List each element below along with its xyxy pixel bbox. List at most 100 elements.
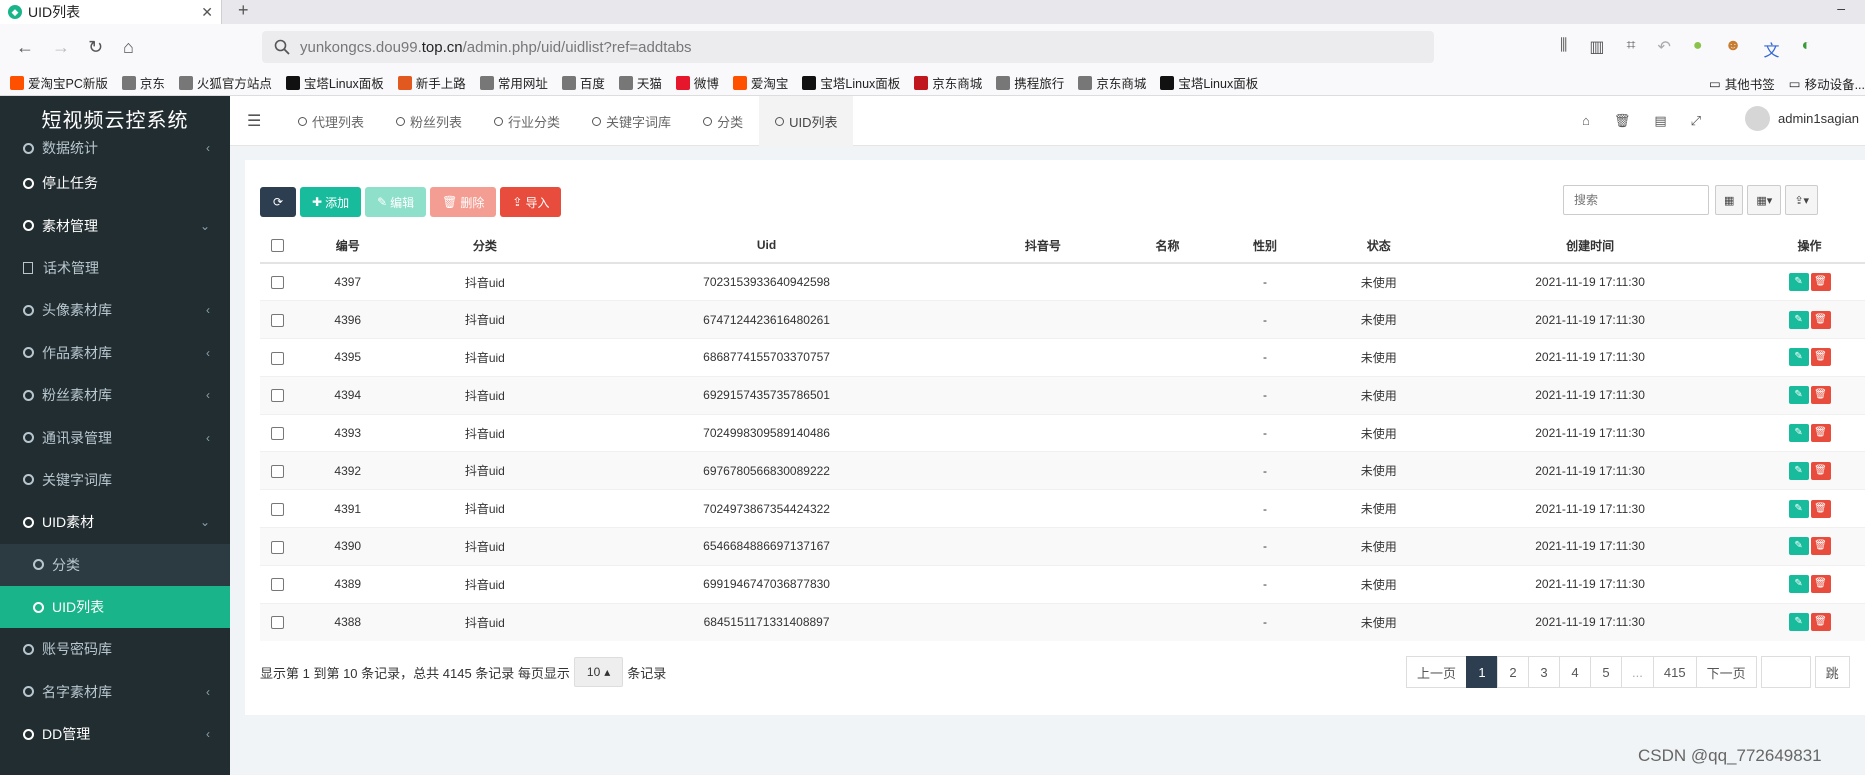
reload-icon[interactable]: ↻ [88,37,103,58]
monkey-icon[interactable]: ☻ [1725,37,1742,61]
bookmark-item[interactable]: 天猫 [618,73,662,92]
edit-row-icon[interactable]: ✎ [1788,461,1809,480]
next-page-button[interactable]: 下一页 [1695,656,1757,688]
browser-tab[interactable]: ◆ UID列表 ✕ [0,0,222,24]
delete-row-icon[interactable]: 🗑 [1810,461,1831,480]
translate-icon[interactable]: 文 [1763,37,1779,61]
home-icon[interactable]: ⌂ [123,37,134,58]
extension-icon[interactable]: ● [1693,37,1703,61]
page-button[interactable]: 3 [1528,656,1561,688]
menu-toggle-icon[interactable]: ☰ [247,111,261,131]
delete-row-icon[interactable]: 🗑 [1810,499,1831,518]
row-checkbox[interactable] [270,465,284,479]
sidebar-item[interactable]: 粉丝素材库 ‹ [0,374,230,416]
page-button[interactable]: 415 [1652,656,1697,688]
search-input[interactable] [1563,185,1709,215]
row-checkbox[interactable] [270,389,284,403]
delete-row-icon[interactable]: 🗑 [1810,537,1831,556]
sidebar-item[interactable]: 分类 [0,543,230,586]
columns-button[interactable]: ▦▾ [1747,185,1782,215]
bookmark-item[interactable]: 火狐官方站点 [178,73,272,92]
home-icon[interactable]: ⌂ [1582,113,1590,129]
edit-row-icon[interactable]: ✎ [1788,273,1809,292]
row-checkbox[interactable] [270,578,284,592]
app-tab[interactable]: 行业分类 [478,96,576,146]
delete-row-icon[interactable]: 🗑 [1810,386,1831,405]
delete-row-icon[interactable]: 🗑 [1810,348,1831,367]
bookmark-item[interactable]: 京东商城 [914,73,982,92]
prev-page-button[interactable]: 上一页 [1406,656,1468,688]
bookmark-item[interactable]: 京东 [121,73,165,92]
delete-row-icon[interactable]: 🗑 [1810,273,1831,292]
select-all-checkbox[interactable] [270,239,284,253]
edit-row-icon[interactable]: ✎ [1788,537,1809,556]
toggle-view-button[interactable]: ▦ [1715,185,1744,215]
delete-row-icon[interactable]: 🗑 [1810,613,1831,632]
trash-icon[interactable]: 🗑 [1614,113,1631,129]
crop-icon[interactable]: ⌗ [1627,37,1636,61]
sidebar-item[interactable]: 停止任务 [0,162,230,204]
sidebar-item[interactable]: 话术管理 [0,247,230,289]
edit-row-icon[interactable]: ✎ [1788,310,1809,329]
fullscreen-icon[interactable]: ⤢ [1691,113,1701,129]
jump-page-input[interactable] [1760,656,1811,688]
edit-row-icon[interactable]: ✎ [1788,499,1809,518]
app-tab[interactable]: 关键字词库 [576,96,687,146]
edit-row-icon[interactable]: ✎ [1788,424,1809,443]
sidebar-item[interactable]: 关键字词库 [0,459,230,501]
export-button[interactable]: ⇪▾ [1785,185,1819,215]
sidebar-item[interactable]: 名字素材库 ‹ [0,671,230,713]
bookmark-item[interactable]: 微博 [675,73,719,92]
bookmark-item[interactable]: 爱淘宝PC新版 [10,73,108,92]
edit-row-icon[interactable]: ✎ [1788,386,1809,405]
row-checkbox[interactable] [270,351,284,365]
app-tab[interactable]: 分类 [687,96,759,146]
row-checkbox[interactable] [270,540,284,554]
edit-row-icon[interactable]: ✎ [1788,348,1809,367]
library-icon[interactable]: ⫼ [1560,37,1567,61]
refresh-button[interactable]: ⟳ [260,187,296,217]
bookmark-item[interactable]: 百度 [561,73,605,92]
multiplex-icon[interactable]: ▤ [1654,113,1666,129]
delete-row-icon[interactable]: 🗑 [1810,575,1831,594]
sidebar-item[interactable]: 头像素材库 ‹ [0,289,230,331]
bookmark-folder[interactable]: ▭ 其他书签 [1709,74,1775,93]
bookmark-folder[interactable]: ▭ 移动设备... [1789,74,1865,93]
sidebar-item[interactable]: UID列表 [0,585,230,629]
add-button[interactable]: ✚ 添加 [300,187,362,217]
close-tab-icon[interactable]: ✕ [201,4,213,21]
bookmark-item[interactable]: 京东商城 [1078,73,1146,92]
edit-row-icon[interactable]: ✎ [1788,613,1809,632]
page-button[interactable]: 4 [1559,656,1592,688]
sidebar-item[interactable]: 通讯录管理 ‹ [0,416,230,458]
jump-button[interactable]: 跳 [1814,656,1850,688]
bookmark-item[interactable]: 宝塔Linux面板 [1160,73,1258,92]
sidebar-toggle-icon[interactable]: ▥ [1589,37,1604,61]
edit-row-icon[interactable]: ✎ [1788,575,1809,594]
user-menu[interactable]: admin1sagian [1745,106,1859,131]
delete-row-icon[interactable]: 🗑 [1810,424,1831,443]
forward-icon[interactable]: → [52,37,70,58]
row-checkbox[interactable] [270,276,284,290]
sidebar-item[interactable]: 作品素材库 ‹ [0,332,230,374]
sidebar-item[interactable]: 账号密码库 [0,628,230,670]
delete-row-icon[interactable]: 🗑 [1810,310,1831,329]
app-tab[interactable]: UID列表 [759,96,854,146]
page-button[interactable]: 2 [1497,656,1530,688]
row-checkbox[interactable] [270,427,284,441]
app-tab[interactable]: 粉丝列表 [380,96,478,146]
bookmark-item[interactable]: 新手上路 [397,73,466,92]
row-checkbox[interactable] [270,502,284,516]
sidebar-item[interactable]: UID素材 ⌄ [0,501,230,543]
bookmark-item[interactable]: 携程旅行 [996,73,1064,92]
sidebar-item[interactable]: 素材管理 ⌄ [0,204,230,246]
bookmark-item[interactable]: 宝塔Linux面板 [285,73,384,92]
delete-button[interactable]: 🗑 删除 [430,187,497,217]
back-icon[interactable]: ← [16,37,34,58]
row-checkbox[interactable] [270,313,284,327]
page-button[interactable]: 1 [1466,656,1499,688]
sidebar-item[interactable]: 数据统计 ‹ [0,134,230,162]
address-bar[interactable]: yunkongcs.dou99.top.cn/admin.php/uid/uid… [262,31,1434,63]
bookmark-item[interactable]: 爱淘宝 [732,73,788,92]
row-checkbox[interactable] [270,616,284,630]
